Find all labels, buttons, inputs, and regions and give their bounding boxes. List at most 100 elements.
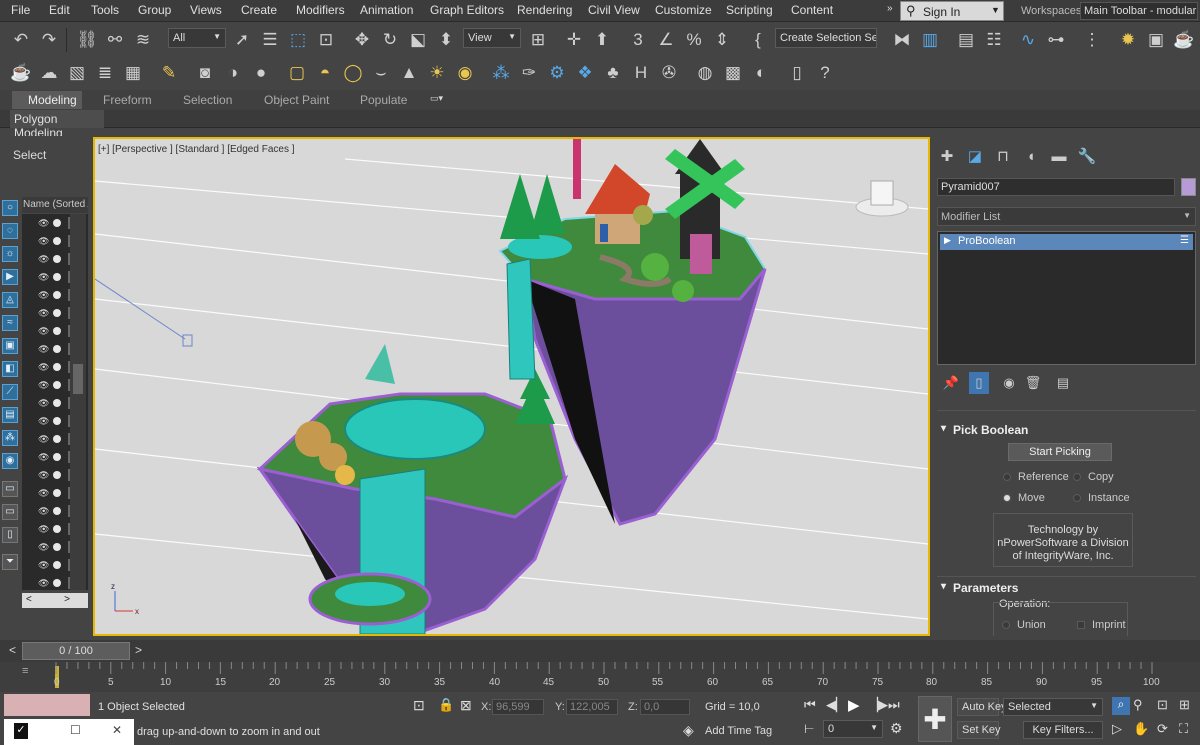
- reference-coordinate-dropdown[interactable]: View ▼: [463, 28, 521, 48]
- mirror-icon[interactable]: ⧓: [891, 29, 913, 51]
- material-ball-icon[interactable]: ●: [250, 62, 272, 84]
- tab-object-paint[interactable]: Object Paint: [264, 93, 329, 107]
- sun-icon[interactable]: ☀: [426, 62, 448, 84]
- utilities-tab-icon[interactable]: 🔧: [1077, 147, 1097, 167]
- object-color-swatch[interactable]: [1181, 178, 1196, 196]
- percent-snap-icon[interactable]: %: [683, 29, 705, 51]
- time-configuration-icon[interactable]: ⚙: [890, 720, 903, 737]
- radio-move[interactable]: Move: [1003, 492, 1045, 504]
- zoom-icon[interactable]: ⌕: [1112, 697, 1130, 715]
- absolute-mode-icon[interactable]: ⊠: [460, 697, 472, 714]
- pan-icon[interactable]: ✋: [1133, 721, 1149, 737]
- workspaces-select[interactable]: Main Toolbar - modular: [1080, 2, 1198, 20]
- radio-union[interactable]: Union: [1002, 619, 1046, 631]
- selection-lock-icon[interactable]: 🔒: [438, 697, 454, 713]
- filter-lights-icon[interactable]: ☼: [2, 246, 18, 262]
- modifier-stack[interactable]: ▶ ProBoolean ☰: [937, 231, 1196, 365]
- key-selection-dropdown[interactable]: Selected ▼: [1003, 698, 1103, 716]
- render-setup-icon[interactable]: ✹: [1117, 29, 1139, 51]
- current-frame-field[interactable]: 0 ▼: [823, 720, 883, 738]
- key-mode-icon[interactable]: ⊢: [804, 722, 814, 736]
- sphere-icon[interactable]: ◯: [342, 62, 364, 84]
- rectangular-region-icon[interactable]: ⬚: [287, 29, 309, 51]
- make-unique-icon[interactable]: ◉: [999, 372, 1019, 394]
- menu-rendering[interactable]: Rendering: [517, 3, 572, 17]
- move-icon[interactable]: ✥: [351, 29, 373, 51]
- angle-snap-icon[interactable]: ∠: [655, 29, 677, 51]
- globe-icon[interactable]: ◍: [694, 62, 716, 84]
- filter-containers-icon[interactable]: ▤: [2, 407, 18, 423]
- snaps-toggle-icon[interactable]: 3: [627, 29, 649, 51]
- orbit-icon[interactable]: ⟳: [1157, 721, 1168, 737]
- display-children-icon[interactable]: ▭: [2, 481, 18, 497]
- filter-shapes-icon[interactable]: ◌: [2, 223, 18, 239]
- scale-icon[interactable]: ⬕: [407, 29, 429, 51]
- mesh-icon[interactable]: ❖: [574, 62, 596, 84]
- time-tag-icon[interactable]: ◈: [683, 722, 694, 739]
- motion-tab-icon[interactable]: ◖: [1021, 147, 1041, 167]
- radio-reference[interactable]: Reference: [1003, 471, 1069, 483]
- nodes-icon[interactable]: ⚙: [546, 62, 568, 84]
- time-slider[interactable]: < >: [0, 640, 1200, 662]
- keyboard-shortcut-override-icon[interactable]: ⬆: [591, 29, 613, 51]
- unlink-icon[interactable]: ⚯: [104, 29, 126, 51]
- list-item[interactable]: 👁: [22, 484, 74, 502]
- x-coordinate-field[interactable]: 96,599: [492, 699, 544, 715]
- half-sphere-icon[interactable]: ◑: [222, 62, 244, 84]
- dome-icon[interactable]: ◓: [314, 62, 336, 84]
- menu-content[interactable]: Content: [791, 3, 833, 17]
- pick-boolean-rollout[interactable]: Pick Boolean: [937, 421, 1196, 439]
- bowl-icon[interactable]: ⌣: [370, 62, 392, 84]
- zoom-extents-all-icon[interactable]: ⊞: [1179, 697, 1190, 713]
- filter-frozen-icon[interactable]: ◉: [2, 453, 18, 469]
- goto-start-icon[interactable]: ⏮: [804, 697, 816, 713]
- window-crossing-icon[interactable]: ⊡: [315, 29, 337, 51]
- list-icon[interactable]: ≣: [94, 62, 116, 84]
- select-by-name-icon[interactable]: ☰: [259, 29, 281, 51]
- modifier-list-dropdown[interactable]: Modifier List ▼: [937, 207, 1196, 226]
- explorer-scrollbar[interactable]: [70, 214, 86, 590]
- list-item[interactable]: 👁: [22, 268, 74, 286]
- create-tab-icon[interactable]: ✚: [937, 147, 957, 167]
- hair-icon[interactable]: H: [630, 62, 652, 84]
- maxscript-listener[interactable]: [4, 694, 90, 716]
- radio-copy[interactable]: Copy: [1073, 471, 1114, 483]
- set-key-button[interactable]: Set Key: [957, 721, 1001, 739]
- menu-customize[interactable]: Customize: [655, 3, 712, 17]
- tab-populate[interactable]: Populate: [360, 93, 407, 107]
- auto-key-button[interactable]: Auto Key: [957, 698, 1007, 716]
- teapot-icon[interactable]: ☕: [10, 62, 32, 84]
- list-item[interactable]: 👁: [22, 448, 74, 466]
- start-picking-button[interactable]: Start Picking: [1008, 443, 1112, 461]
- layer-explorer-icon[interactable]: ☷: [983, 29, 1005, 51]
- ribbon-options-icon[interactable]: ▭▾: [430, 93, 443, 104]
- parameters-rollout[interactable]: Parameters: [937, 579, 1196, 597]
- filter-funnel-icon[interactable]: ⏷: [2, 554, 18, 570]
- list-item[interactable]: 👁: [22, 574, 74, 592]
- filter-groups-icon[interactable]: ▣: [2, 338, 18, 354]
- link-icon[interactable]: ⛓: [76, 29, 98, 51]
- menu-scripting[interactable]: Scripting: [726, 3, 773, 17]
- edit-named-selection-icon[interactable]: {: [747, 29, 769, 51]
- list-item[interactable]: 👁: [22, 358, 74, 376]
- plane-icon[interactable]: ▢: [286, 62, 308, 84]
- filter-geometry-icon[interactable]: ○: [2, 200, 18, 216]
- remove-modifier-icon[interactable]: 🗑: [1023, 372, 1043, 394]
- y-coordinate-field[interactable]: 122,005: [566, 699, 618, 715]
- list-item[interactable]: 👁: [22, 286, 74, 304]
- previous-frame-icon[interactable]: ◀▏: [826, 697, 846, 713]
- list-item[interactable]: 👁: [22, 250, 74, 268]
- play-icon[interactable]: ▶: [848, 696, 860, 714]
- list-item[interactable]: 👁: [22, 340, 74, 358]
- camera-icon[interactable]: ◙: [194, 62, 216, 84]
- place-icon[interactable]: ⬍: [435, 29, 457, 51]
- menu-tools[interactable]: Tools: [91, 3, 119, 17]
- zoom-extents-icon[interactable]: ⊡: [1157, 697, 1168, 713]
- key-filters-button[interactable]: Key Filters...: [1023, 721, 1103, 739]
- named-selection-sets-dropdown[interactable]: Create Selection Se: [775, 28, 877, 48]
- modifier-stack-item[interactable]: ▶ ProBoolean ☰: [940, 234, 1193, 250]
- scene-explorer-toggle-icon[interactable]: ▤: [955, 29, 977, 51]
- tab-selection[interactable]: Selection: [183, 93, 232, 107]
- plant-icon[interactable]: ♣: [602, 62, 624, 84]
- align-icon[interactable]: ▥: [919, 29, 941, 51]
